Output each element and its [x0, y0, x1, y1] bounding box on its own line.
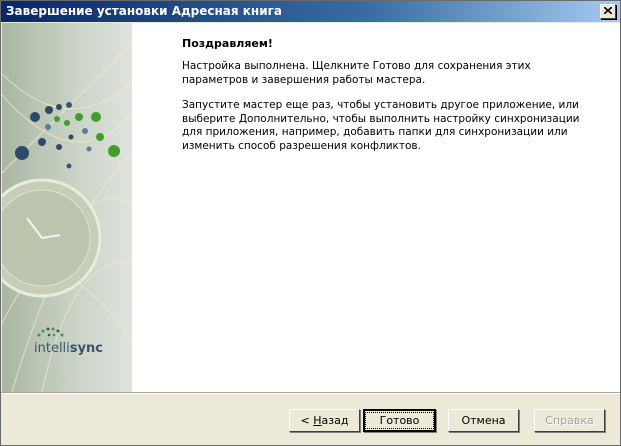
back-button-arrow: <	[300, 414, 314, 427]
paragraph-rerun: Запустите мастер еще раз, чтобы установи…	[182, 99, 580, 152]
wizard-content: Поздравляем! Настройка выполнена. Щелкни…	[132, 23, 620, 392]
back-button[interactable]: < Назад	[289, 409, 360, 432]
banner-graphic	[2, 42, 132, 392]
close-button[interactable]	[600, 4, 616, 19]
paragraph-finish: Настройка выполнена. Щелкните Готово для…	[182, 60, 531, 86]
close-icon	[604, 7, 612, 14]
window-title: Завершение установки Адресная книга	[6, 4, 282, 18]
separator-highlight	[1, 393, 620, 394]
cancel-button[interactable]: Отмена	[448, 409, 519, 432]
finish-button-label: Готово	[364, 412, 435, 429]
page-heading: Поздравляем!	[182, 37, 273, 50]
logo-text-light: intelli	[34, 341, 70, 356]
logo-text-bold: sync	[69, 341, 103, 356]
help-button-label: Справка	[545, 414, 594, 427]
back-button-label: азад	[321, 414, 349, 427]
title-bar[interactable]: Завершение установки Адресная книга	[1, 1, 620, 22]
wizard-side-banner: intellisync	[2, 23, 132, 392]
back-button-mnemonic: Н	[313, 414, 322, 427]
finish-button[interactable]: Готово	[363, 409, 436, 432]
intellisync-logo: intellisync	[34, 341, 103, 356]
help-button[interactable]: Справка	[534, 409, 605, 432]
wizard-window: Завершение установки Адресная книга inte…	[0, 0, 621, 446]
cancel-button-label: Отмена	[461, 414, 506, 427]
